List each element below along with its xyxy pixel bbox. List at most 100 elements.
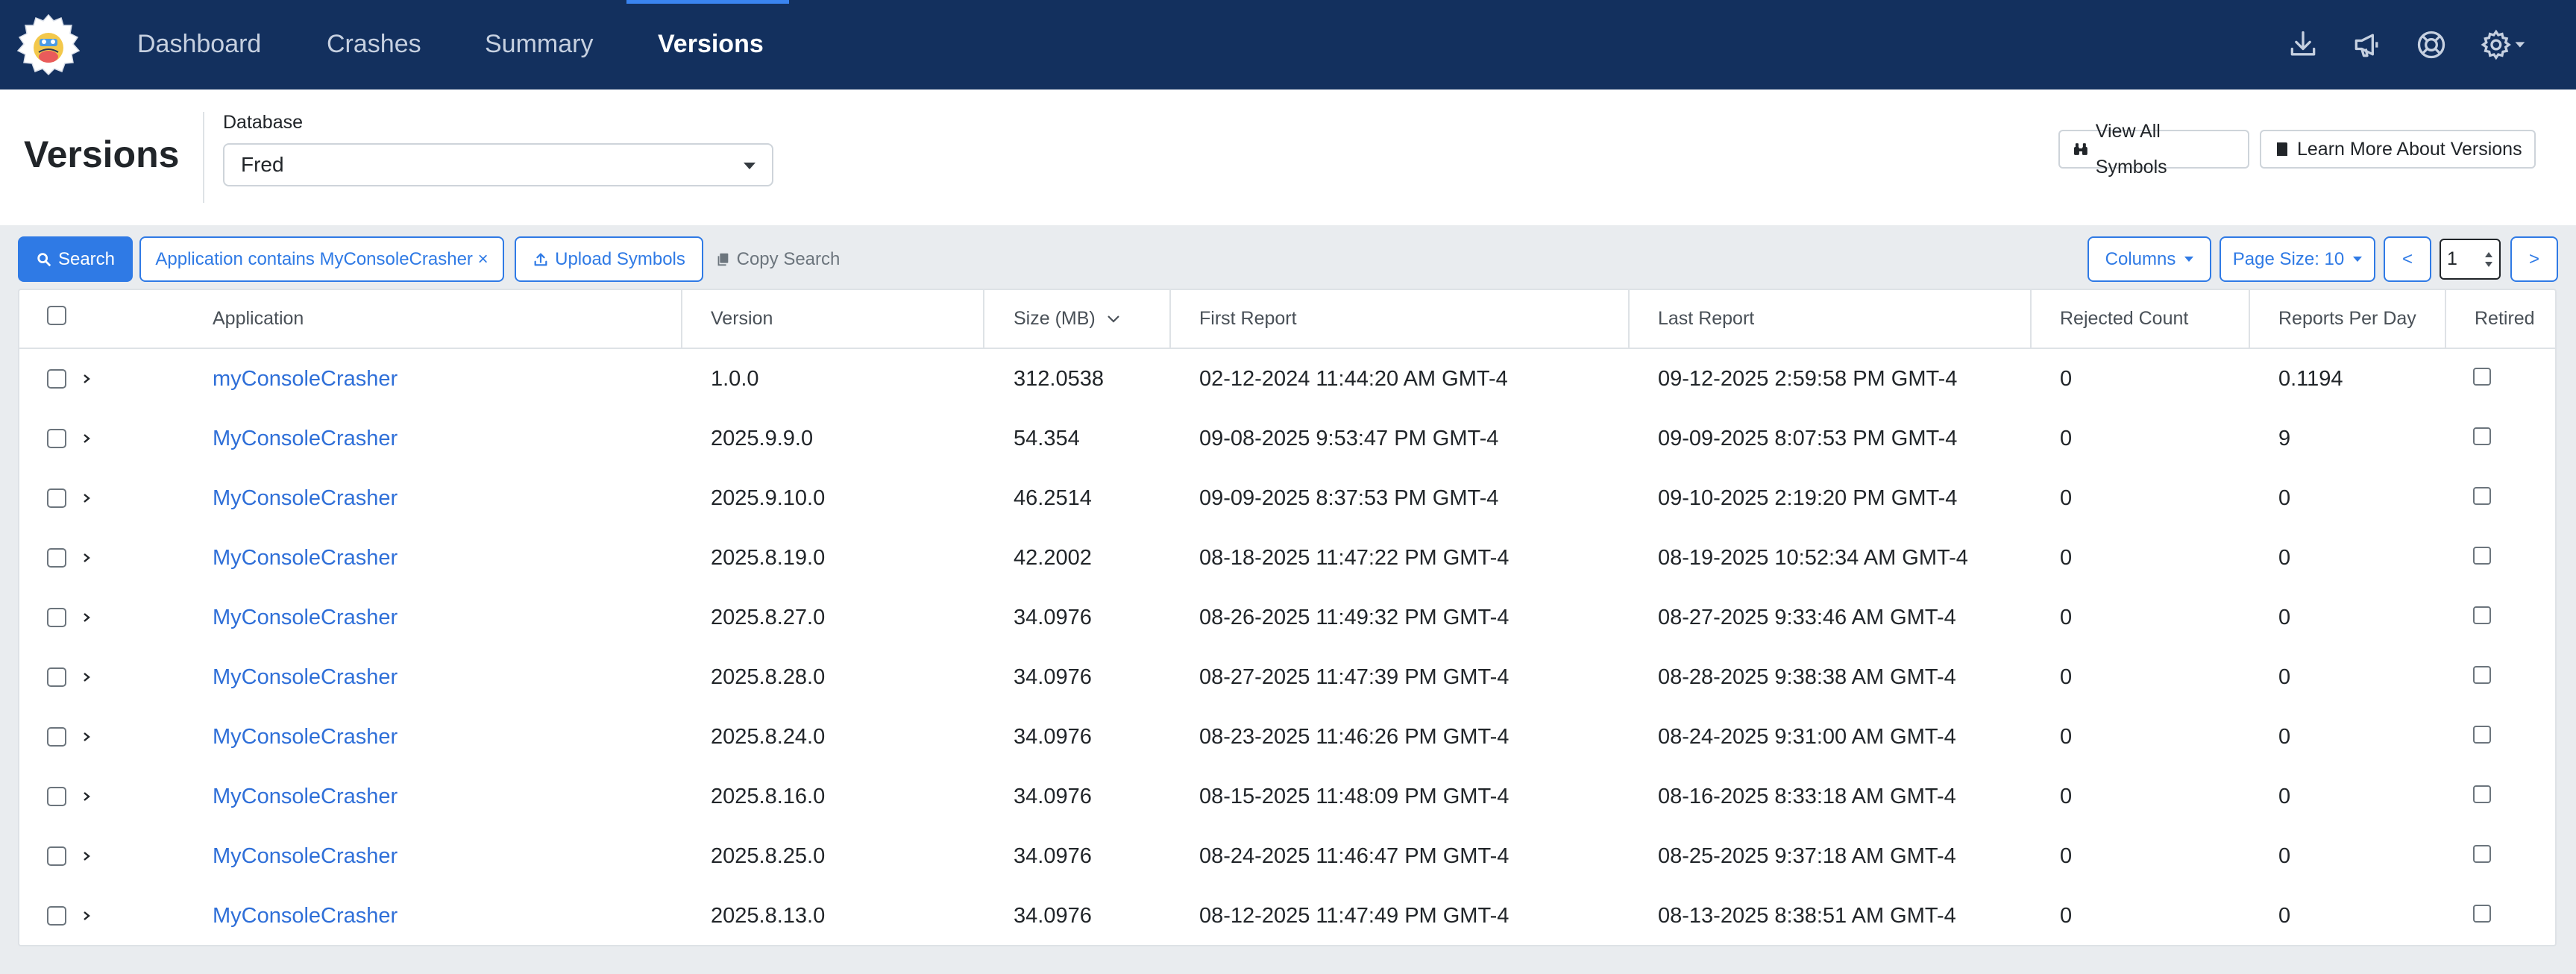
prev-page-button[interactable]: < — [2384, 236, 2431, 282]
nav-crashes[interactable]: Crashes — [327, 0, 421, 89]
search-button[interactable]: Search — [18, 236, 133, 282]
last-report-cell: 08-25-2025 9:37:18 AM GMT-4 — [1658, 844, 1956, 868]
reports-per-day-cell: 0 — [2278, 606, 2291, 629]
expand-row-chevron-icon[interactable] — [81, 791, 92, 802]
version-cell: 2025.8.28.0 — [711, 665, 826, 689]
row-select-checkbox[interactable] — [47, 488, 66, 508]
columns-button-label: Columns — [2105, 248, 2176, 269]
view-all-symbols-label: View All Symbols — [2095, 121, 2167, 177]
column-header-rejected-count[interactable]: Rejected Count — [2060, 289, 2188, 348]
application-link[interactable]: myConsoleCrasher — [213, 349, 398, 409]
application-link[interactable]: MyConsoleCrasher — [213, 588, 398, 647]
last-report-cell: 09-09-2025 8:07:53 PM GMT-4 — [1658, 427, 1958, 450]
expand-row-chevron-icon[interactable] — [81, 493, 92, 503]
gear-icon[interactable] — [2479, 28, 2527, 61]
expand-row-chevron-icon[interactable] — [81, 612, 92, 623]
application-link[interactable]: MyConsoleCrasher — [213, 409, 398, 468]
expand-row-chevron-icon[interactable] — [81, 672, 92, 682]
expand-row-chevron-icon[interactable] — [81, 553, 92, 563]
row-select-checkbox[interactable] — [47, 787, 66, 806]
nav-versions[interactable]: Versions — [658, 0, 764, 89]
expand-row-chevron-icon[interactable] — [81, 433, 92, 444]
columns-button[interactable]: Columns — [2087, 236, 2211, 282]
copy-search-button[interactable]: Copy Search — [713, 236, 841, 282]
select-all-checkbox[interactable] — [47, 306, 66, 325]
column-header-size-label: Size (MB) — [1014, 308, 1096, 329]
download-icon[interactable] — [2287, 28, 2319, 61]
retired-checkbox[interactable] — [2473, 368, 2491, 386]
expand-row-chevron-icon[interactable] — [81, 374, 92, 384]
first-report-cell: 02-12-2024 11:44:20 AM GMT-4 — [1199, 367, 1508, 391]
page-size-button[interactable]: Page Size: 10 — [2220, 236, 2375, 282]
database-select[interactable]: Fred — [223, 143, 773, 186]
expand-row-chevron-icon[interactable] — [81, 732, 92, 742]
row-select-checkbox[interactable] — [47, 429, 66, 448]
row-select-checkbox[interactable] — [47, 667, 66, 687]
application-link[interactable]: MyConsoleCrasher — [213, 767, 398, 826]
rejected-count-cell: 0 — [2060, 367, 2073, 391]
retired-checkbox[interactable] — [2473, 547, 2491, 565]
application-link[interactable]: MyConsoleCrasher — [213, 528, 398, 588]
version-cell: 2025.9.9.0 — [711, 427, 814, 450]
application-link[interactable]: MyConsoleCrasher — [213, 886, 398, 946]
application-link[interactable]: MyConsoleCrasher — [213, 826, 398, 886]
megaphone-icon[interactable] — [2351, 28, 2384, 61]
rejected-count-cell: 0 — [2060, 427, 2073, 450]
retired-checkbox[interactable] — [2473, 606, 2491, 624]
page-number-value: 1 — [2447, 248, 2457, 269]
retired-checkbox[interactable] — [2473, 905, 2491, 923]
retired-checkbox[interactable] — [2473, 845, 2491, 863]
lifebuoy-icon[interactable] — [2415, 28, 2448, 61]
column-header-last-report[interactable]: Last Report — [1658, 289, 1754, 348]
filter-chip-label: Application contains MyConsoleCrasher × — [155, 248, 489, 269]
row-select-checkbox[interactable] — [47, 727, 66, 747]
version-cell: 2025.8.13.0 — [711, 904, 826, 928]
retired-checkbox[interactable] — [2473, 726, 2491, 744]
retired-checkbox[interactable] — [2473, 487, 2491, 505]
page-size-label: Page Size: 10 — [2232, 248, 2345, 269]
column-header-retired[interactable]: Retired — [2475, 289, 2535, 348]
last-report-cell: 08-13-2025 8:38:51 AM GMT-4 — [1658, 904, 1956, 928]
page-title: Versions — [24, 133, 180, 175]
nav-dashboard[interactable]: Dashboard — [137, 0, 261, 89]
column-divider — [983, 289, 984, 348]
expand-row-chevron-icon[interactable] — [81, 851, 92, 861]
row-select-checkbox[interactable] — [47, 906, 66, 926]
search-button-label: Search — [57, 248, 116, 269]
retired-checkbox[interactable] — [2473, 785, 2491, 803]
column-header-application[interactable]: Application — [213, 289, 304, 348]
page-number-input[interactable]: 1 — [2440, 239, 2501, 280]
app-logo[interactable] — [15, 13, 82, 78]
reports-per-day-cell: 0 — [2278, 665, 2291, 689]
book-icon — [2277, 142, 2287, 156]
column-header-reports-per-day[interactable]: Reports Per Day — [2278, 289, 2416, 348]
filter-chip[interactable]: Application contains MyConsoleCrasher × — [139, 236, 504, 282]
column-header-size[interactable]: Size (MB) — [1014, 289, 1120, 348]
upload-symbols-button[interactable]: Upload Symbols — [515, 236, 703, 282]
first-report-cell: 08-23-2025 11:46:26 PM GMT-4 — [1199, 725, 1510, 749]
application-link[interactable]: MyConsoleCrasher — [213, 468, 398, 528]
last-report-cell: 08-27-2025 9:33:46 AM GMT-4 — [1658, 606, 1956, 629]
top-navbar: Dashboard Crashes Summary Versions — [0, 0, 2576, 89]
row-select-checkbox[interactable] — [47, 548, 66, 568]
row-select-checkbox[interactable] — [47, 846, 66, 866]
spinner-arrows-icon[interactable] — [2484, 249, 2493, 270]
application-link[interactable]: MyConsoleCrasher — [213, 647, 398, 707]
column-header-version[interactable]: Version — [711, 289, 773, 348]
database-select-value: Fred — [241, 153, 284, 176]
reports-per-day-cell: 0.1194 — [2278, 367, 2343, 391]
expand-row-chevron-icon[interactable] — [81, 911, 92, 921]
size-cell: 54.354 — [1014, 427, 1080, 450]
size-cell: 34.0976 — [1014, 665, 1092, 689]
column-header-first-report[interactable]: First Report — [1199, 289, 1297, 348]
retired-checkbox[interactable] — [2473, 666, 2491, 684]
nav-summary[interactable]: Summary — [485, 0, 593, 89]
retired-checkbox[interactable] — [2473, 427, 2491, 445]
next-page-button[interactable]: > — [2510, 236, 2558, 282]
row-select-checkbox[interactable] — [47, 608, 66, 627]
application-link[interactable]: MyConsoleCrasher — [213, 707, 398, 767]
size-cell: 34.0976 — [1014, 904, 1092, 928]
learn-more-button[interactable]: Learn More About Versions — [2260, 130, 2536, 169]
row-select-checkbox[interactable] — [47, 369, 66, 389]
view-all-symbols-button[interactable]: View All Symbols — [2058, 121, 2249, 177]
